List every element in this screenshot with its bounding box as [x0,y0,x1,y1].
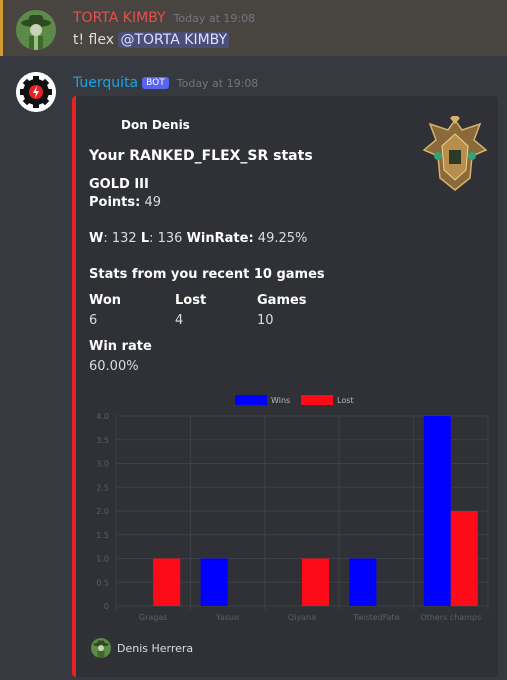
y-tick-label: 0.5 [96,578,109,587]
y-tick-label: 2.5 [96,483,109,492]
gear-bolt-avatar-icon [16,72,56,112]
lost-label: Lost [175,293,207,308]
user-mention[interactable]: @TORTA KIMBY [118,32,230,48]
winrate-label: WinRate: [186,231,254,246]
embed-title: Your RANKED_FLEX_SR stats [89,148,313,164]
y-tick-label: 3.0 [96,460,109,469]
points-line: Points: 49 [89,195,161,210]
legend-label-lost: Lost [337,396,354,405]
embed-footer-text: Denis Herrera [117,642,194,655]
recent-games-title: Stats from you recent 10 games [89,267,325,282]
bar-lost-qiyana [302,558,329,606]
gold-rank-emblem-icon [420,114,490,194]
y-tick-label: 1.5 [96,531,109,540]
footer-avatar [91,638,111,658]
y-tick-label: 2.0 [96,507,109,516]
losses-value: : 136 [149,231,183,246]
games-value: 10 [257,313,274,328]
tuerquita-avatar[interactable] [16,72,56,112]
champion-stats-chart[interactable]: 0 0.5 1.0 1.5 2.0 2.5 3.0 3.5 4.0 Gragas Yasuo Qiya… [82,392,492,628]
message2-username[interactable]: Tuerquita BOT Today at 19:08 [73,75,258,91]
lost-value: 4 [175,313,184,328]
legend-label-wins: Wins [271,396,290,405]
wins-label: W [89,231,104,246]
bot-badge: BOT [142,77,169,89]
x-tick-label: Others champs [420,613,481,622]
y-tick-label: 1.0 [96,555,109,564]
torta-kimby-avatar[interactable] [16,10,56,50]
legend-swatch-wins [235,395,267,405]
winrate2-value: 60.00% [89,359,139,374]
y-tick-label: 0 [104,602,109,611]
bar-wins-others-champs [423,416,451,606]
username-text[interactable]: Tuerquita [73,75,138,91]
legend-swatch-lost [301,395,333,405]
message2-timestamp: Today at 19:08 [176,77,259,90]
winrate2-label: Win rate [89,339,152,354]
points-value: 49 [144,195,162,210]
cowboy-avatar-icon [91,638,111,658]
message1-content: t! flex @TORTA KIMBY [73,32,230,48]
embed-author: Don Denis [121,118,190,132]
won-value: 6 [89,313,98,328]
bar-lost-others-champs [450,511,478,606]
bar-wins-twistedfate [349,558,377,606]
message1-username[interactable]: TORTA KIMBY Today at 19:08 [73,10,255,26]
losses-label: L [140,231,150,246]
points-label: Points: [89,195,141,210]
message-text: t! flex [73,32,115,48]
wins-value: : 132 [103,231,137,246]
winrate-value: 49.25% [257,231,308,246]
username-text[interactable]: TORTA KIMBY [73,10,166,26]
stats-embed: Don Denis Your RANKED_FLEX_SR stats GOLD… [72,96,498,677]
games-label: Games [257,293,307,308]
x-tick-label: Yasuo [215,613,239,622]
x-tick-label: TwistedFate [352,613,400,622]
bar-lost-gragas [153,558,181,606]
x-tick-label: Qiyana [288,613,316,622]
y-tick-label: 3.5 [96,436,109,445]
x-tick-label: Gragas [139,613,168,622]
won-label: Won [89,293,122,308]
rank-text: GOLD III [89,177,149,192]
bar-wins-yasuo [200,558,228,606]
cowboy-avatar-icon [16,10,56,50]
y-tick-label: 4.0 [96,412,109,421]
record-line: W: 132 L: 136 WinRate: 49.25% [89,231,307,246]
message1-timestamp: Today at 19:08 [173,12,256,25]
